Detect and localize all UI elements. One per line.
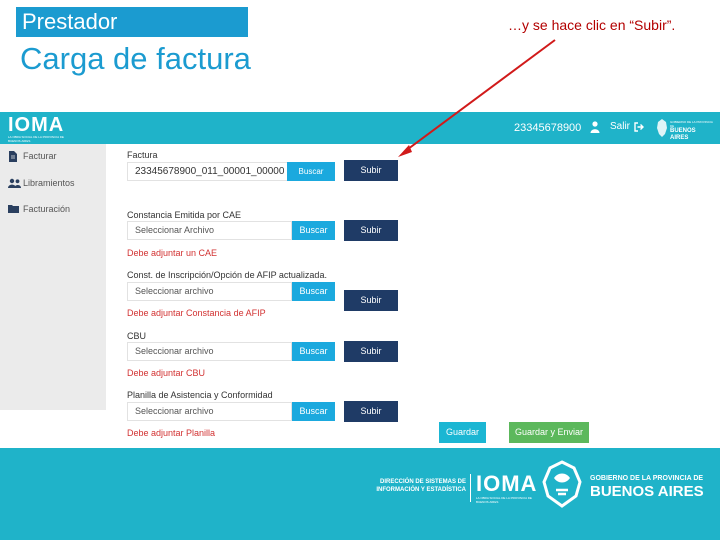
cae-buscar-button[interactable]: Buscar xyxy=(292,221,335,240)
invoice-label: Factura xyxy=(127,150,158,160)
sidebar: Facturar Libramientos Facturación xyxy=(0,144,106,410)
slide: Prestador Carga de factura …y se hace cl… xyxy=(0,0,720,540)
footer-gov-line2: BUENOS AIRES xyxy=(590,483,704,500)
footer-gov-logo: GOBIERNO DE LA PROVINCIA DE BUENOS AIRES xyxy=(590,474,704,500)
cae-subir-button[interactable]: Subir xyxy=(344,220,398,241)
app-header: IOMA LA OBRA SOCIAL DE LA PROVINCIA DE B… xyxy=(0,112,720,144)
sidebar-item-facturar[interactable]: Facturar xyxy=(6,149,104,163)
ioma-logo-wordmark: IOMA xyxy=(8,114,65,136)
planilla-buscar-button[interactable]: Buscar xyxy=(292,402,335,421)
cbu-file-field[interactable]: Seleccionar archivo xyxy=(127,342,292,361)
afip-label: Const. de Inscripción/Opción de AFIP act… xyxy=(127,270,327,280)
folder-icon xyxy=(8,205,19,213)
invoice-file-field[interactable]: 23345678900_011_00001_00000 xyxy=(127,162,292,181)
afip-file-field[interactable]: Seleccionar archivo xyxy=(127,282,292,301)
footer-divider xyxy=(470,474,471,502)
afip-error-message: Debe adjuntar Constancia de AFIP xyxy=(127,308,266,318)
footer-direccion: DIRECCIÓN DE SISTEMAS DE INFORMACIÓN Y E… xyxy=(376,479,466,493)
user-icon[interactable] xyxy=(590,121,600,133)
gov-logo: GOBIERNO DE LA PROVINCIA DE BUENOS AIRES xyxy=(656,118,716,141)
sidebar-item-label: Facturación xyxy=(23,204,71,214)
annotation-callout: …y se hace clic en “Subir”. xyxy=(508,17,676,33)
planilla-label: Planilla de Asistencia y Conformidad xyxy=(127,390,273,400)
gov-logo-line2: BUENOS AIRES xyxy=(670,128,696,141)
invoice-buscar-button[interactable]: Buscar xyxy=(287,162,335,181)
logout-link[interactable]: Salir xyxy=(610,120,630,134)
document-icon xyxy=(9,151,17,162)
ioma-logo[interactable]: IOMA LA OBRA SOCIAL DE LA PROVINCIA DE B… xyxy=(8,115,70,143)
afip-subir-button[interactable]: Subir xyxy=(344,290,398,311)
footer-ioma-logo: IOMA LA OBRA SOCIAL DE LA PROVINCIA DE B… xyxy=(476,471,538,505)
cae-label: Constancia Emitida por CAE xyxy=(127,210,242,220)
footer-ioma-tagline: LA OBRA SOCIAL DE LA PROVINCIA DE BUENOS… xyxy=(476,496,532,504)
slide-title: Carga de factura xyxy=(20,41,251,76)
afip-buscar-button[interactable]: Buscar xyxy=(292,282,335,301)
sidebar-item-label: Facturar xyxy=(23,151,57,161)
cbu-subir-button[interactable]: Subir xyxy=(344,341,398,362)
footer-gov-line1: GOBIERNO DE LA PROVINCIA DE xyxy=(590,475,704,482)
people-icon xyxy=(8,178,21,188)
cae-file-field[interactable]: Seleccionar Archivo xyxy=(127,221,292,240)
cae-error-message: Debe adjuntar un CAE xyxy=(127,248,218,258)
sidebar-item-label: Libramientos xyxy=(23,178,75,188)
invoice-subir-button[interactable]: Subir xyxy=(344,160,398,181)
user-id: 23345678900 xyxy=(514,122,582,134)
cbu-buscar-button[interactable]: Buscar xyxy=(292,342,335,361)
planilla-error-message: Debe adjuntar Planilla xyxy=(127,428,216,438)
sidebar-item-facturacion[interactable]: Facturación xyxy=(6,202,104,216)
planilla-subir-button[interactable]: Subir xyxy=(344,401,398,422)
ioma-logo-tagline: LA OBRA SOCIAL DE LA PROVINCIA DE BUENOS… xyxy=(8,135,64,143)
slide-section-tag: Prestador xyxy=(16,7,248,37)
save-and-send-button[interactable]: Guardar y Enviar xyxy=(509,422,589,443)
footer-ioma-wordmark: IOMA xyxy=(476,471,538,496)
cbu-error-message: Debe adjuntar CBU xyxy=(127,368,206,378)
buenos-aires-emblem-icon xyxy=(542,460,582,508)
save-button[interactable]: Guardar xyxy=(439,422,486,443)
logout-icon[interactable] xyxy=(634,122,644,132)
gov-logo-line1: GOBIERNO DE LA PROVINCIA DE xyxy=(670,120,713,128)
sidebar-item-libramientos[interactable]: Libramientos xyxy=(6,176,104,190)
planilla-file-field[interactable]: Seleccionar archivo xyxy=(127,402,292,421)
buenos-aires-emblem-icon xyxy=(657,119,667,137)
cbu-label: CBU xyxy=(127,331,147,341)
footer: DIRECCIÓN DE SISTEMAS DE INFORMACIÓN Y E… xyxy=(0,448,720,540)
